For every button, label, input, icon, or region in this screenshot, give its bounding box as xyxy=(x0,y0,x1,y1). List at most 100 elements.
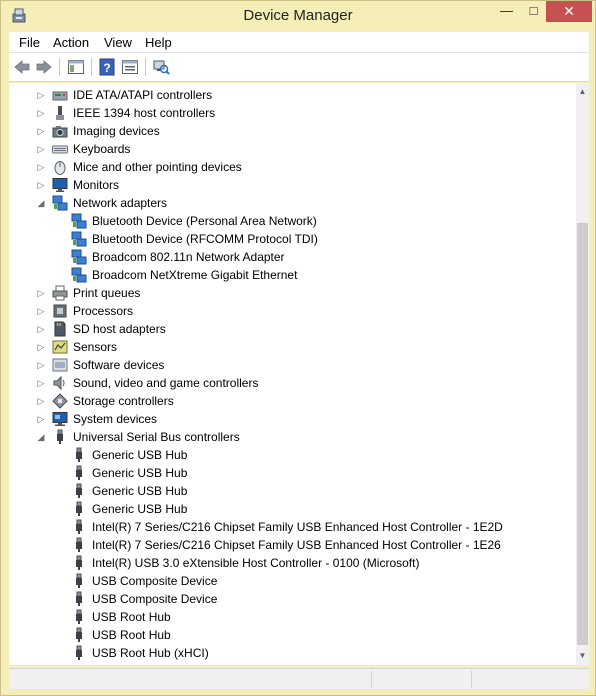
collapse-arrow-icon[interactable]: ◢ xyxy=(36,194,46,212)
tree-device-row[interactable]: USB Composite Device xyxy=(9,572,569,590)
expand-arrow-icon[interactable]: ▷ xyxy=(36,158,46,176)
minimize-button[interactable]: — xyxy=(493,1,520,22)
tree-device-row[interactable]: Generic USB Hub xyxy=(9,464,569,482)
expand-arrow-icon[interactable]: ▷ xyxy=(36,176,46,194)
toolbar-separator xyxy=(145,58,146,76)
usb-icon xyxy=(76,573,82,588)
usb-icon xyxy=(76,447,82,462)
tree-device-row[interactable]: USB Composite Device xyxy=(9,590,569,608)
tree-category-row[interactable]: ▷ Sensors xyxy=(9,338,569,356)
tree-item-label: USB Composite Device xyxy=(92,592,218,606)
tree-device-row[interactable]: Intel(R) USB 3.0 eXtensible Host Control… xyxy=(9,554,569,572)
expand-arrow-icon[interactable]: ▷ xyxy=(36,356,46,374)
tree-category-row[interactable]: ▷ SD host adapters xyxy=(9,320,569,338)
help-icon[interactable]: ? xyxy=(98,58,116,76)
tree-item-label: Intel(R) 7 Series/C216 Chipset Family US… xyxy=(92,538,501,552)
title-bar[interactable]: Device Manager — □ ✕ xyxy=(1,1,595,32)
usb-icon xyxy=(76,537,82,552)
scan-hardware-icon[interactable] xyxy=(152,58,170,76)
tree-item-label: SD host adapters xyxy=(73,322,166,336)
status-bar-pane xyxy=(371,671,471,688)
tree-category-row[interactable]: ▷ System devices xyxy=(9,410,569,428)
mouse-icon xyxy=(54,161,66,175)
tree-item-label: Generic USB Hub xyxy=(92,484,188,498)
tree-item-label: Network adapters xyxy=(73,196,168,210)
menu-help[interactable]: Help xyxy=(145,35,172,50)
menu-file[interactable]: File xyxy=(19,35,40,50)
tree-device-row[interactable]: USB Root Hub (xHCI) xyxy=(9,644,569,662)
expand-arrow-icon[interactable]: ▷ xyxy=(36,302,46,320)
expand-arrow-icon[interactable]: ▷ xyxy=(36,338,46,356)
scroll-down-arrow[interactable]: ▼ xyxy=(576,649,589,663)
tree-item-label: Imaging devices xyxy=(73,124,160,138)
forward-arrow-icon[interactable] xyxy=(35,58,53,76)
tree-item-label: Generic USB Hub xyxy=(92,502,188,516)
close-button[interactable]: ✕ xyxy=(546,1,592,22)
tree-category-row[interactable]: ▷ IEEE 1394 host controllers xyxy=(9,104,569,122)
device-tree[interactable]: ▷ IDE ATA/ATAPI controllers ▷ IEEE 1394 hos… xyxy=(9,83,589,665)
tree-category-row[interactable]: ▷ Imaging devices xyxy=(9,122,569,140)
tree-device-row[interactable]: Bluetooth Device (RFCOMM Protocol TDI) xyxy=(9,230,569,248)
tree-category-row[interactable]: ▷ Storage controllers xyxy=(9,392,569,410)
tree-device-row[interactable]: Bluetooth Device (Personal Area Network) xyxy=(9,212,569,230)
sensor-icon xyxy=(52,340,68,354)
usb-icon xyxy=(76,465,82,480)
expand-arrow-icon[interactable]: ▷ xyxy=(36,374,46,392)
expand-arrow-icon[interactable]: ▷ xyxy=(36,284,46,302)
tree-category-row[interactable]: ▷ IDE ATA/ATAPI controllers xyxy=(9,86,569,104)
sd-card-icon xyxy=(54,321,66,337)
expand-arrow-icon[interactable]: ▷ xyxy=(36,122,46,140)
toolbar-separator xyxy=(59,58,60,76)
software-device-icon xyxy=(52,358,68,372)
tree-category-row[interactable]: ▷ Print queues xyxy=(9,284,569,302)
vertical-scrollbar[interactable]: ▲ ▼ xyxy=(576,83,589,665)
keyboard-icon xyxy=(52,145,68,154)
tree-item-label: Print queues xyxy=(73,286,141,300)
expand-arrow-icon[interactable]: ▷ xyxy=(36,410,46,428)
scrollbar-thumb[interactable] xyxy=(577,223,588,645)
tree-category-row[interactable]: ▷ Monitors xyxy=(9,176,569,194)
tree-device-row[interactable]: Broadcom 802.11n Network Adapter xyxy=(9,248,569,266)
scroll-up-arrow[interactable]: ▲ xyxy=(576,85,589,99)
menu-view[interactable]: View xyxy=(104,35,132,50)
properties-icon[interactable] xyxy=(121,58,139,76)
tree-category-row[interactable]: ◢ Universal Serial Bus controllers xyxy=(9,428,569,446)
expand-arrow-icon[interactable]: ▷ xyxy=(36,140,46,158)
tree-item-label: Mice and other pointing devices xyxy=(73,160,242,174)
back-arrow-icon[interactable] xyxy=(13,58,31,76)
collapse-arrow-icon[interactable]: ◢ xyxy=(36,428,46,446)
tree-item-label: Bluetooth Device (Personal Area Network) xyxy=(92,214,317,228)
tree-device-row[interactable]: Generic USB Hub xyxy=(9,446,569,464)
tree-item-label: USB Root Hub xyxy=(92,610,171,624)
maximize-button[interactable]: □ xyxy=(520,1,547,22)
tree-device-row[interactable]: Intel(R) 7 Series/C216 Chipset Family US… xyxy=(9,536,569,554)
tree-category-row[interactable]: ▷ Keyboards xyxy=(9,140,569,158)
tree-category-row[interactable]: ▷ Processors xyxy=(9,302,569,320)
expand-arrow-icon[interactable]: ▷ xyxy=(36,392,46,410)
tree-item-label: Software devices xyxy=(73,358,165,372)
usb-icon xyxy=(76,519,82,534)
tree-item-label: IDE ATA/ATAPI controllers xyxy=(73,88,213,102)
tree-category-row[interactable]: ▷ Mice and other pointing devices xyxy=(9,158,569,176)
tree-device-row[interactable]: Intel(R) 7 Series/C216 Chipset Family US… xyxy=(9,518,569,536)
show-hide-console-tree-icon[interactable] xyxy=(67,58,85,76)
printer-icon xyxy=(52,285,68,301)
expand-arrow-icon[interactable]: ▷ xyxy=(36,86,46,104)
network-adapter-icon xyxy=(71,213,87,229)
tree-device-row[interactable]: USB Root Hub xyxy=(9,626,569,644)
tree-item-label: Sound, video and game controllers xyxy=(73,376,259,390)
tree-item-label: USB Composite Device xyxy=(92,574,218,588)
tree-device-row[interactable]: Broadcom NetXtreme Gigabit Ethernet xyxy=(9,266,569,284)
tree-device-row[interactable]: USB Root Hub xyxy=(9,608,569,626)
menu-action[interactable]: Action xyxy=(53,35,89,50)
tree-category-row[interactable]: ▷ Software devices xyxy=(9,356,569,374)
expand-arrow-icon[interactable]: ▷ xyxy=(36,104,46,122)
tree-category-row[interactable]: ▷ Sound, video and game controllers xyxy=(9,374,569,392)
usb-icon xyxy=(57,429,63,444)
tree-device-row[interactable]: Generic USB Hub xyxy=(9,482,569,500)
expand-arrow-icon[interactable]: ▷ xyxy=(36,320,46,338)
tree-item-label: Processors xyxy=(73,304,134,318)
tree-device-row[interactable]: Generic USB Hub xyxy=(9,500,569,518)
ide-controller-icon xyxy=(52,91,68,101)
tree-category-row[interactable]: ◢ Network adapters xyxy=(9,194,569,212)
